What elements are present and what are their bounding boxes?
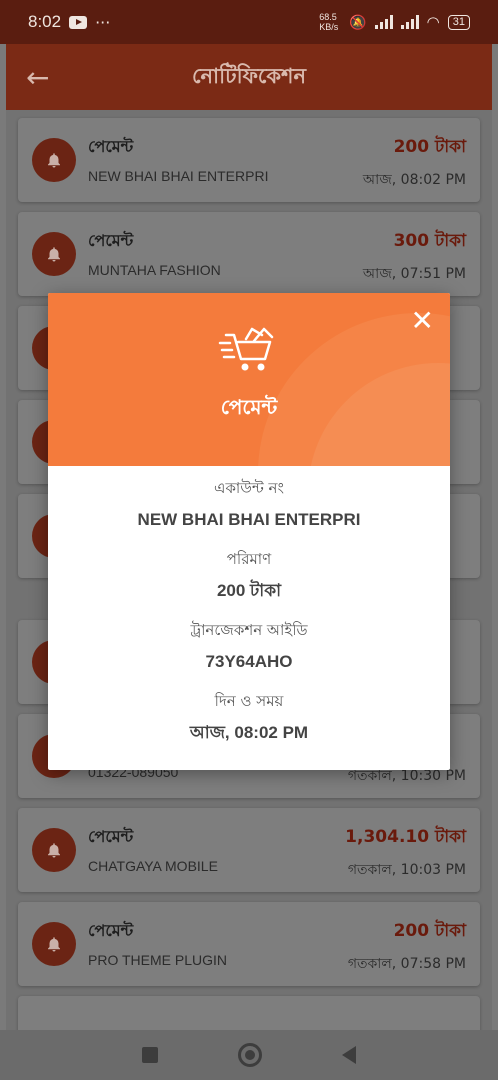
notification-merchant: MUNTAHA FASHION bbox=[88, 262, 221, 278]
mute-icon: 🔕 bbox=[349, 13, 367, 30]
amount-label: পরিমাণ bbox=[226, 550, 272, 568]
wifi-icon: ◠ bbox=[426, 14, 440, 31]
notification-amount: 200 টাকা bbox=[393, 921, 466, 941]
status-bar: 8:02 ··· 68.5 KB/s 🔕 ◠ 31 bbox=[0, 0, 498, 44]
dialog-body: একাউন্ট নং NEW BHAI BHAI ENTERPRI পরিমাণ… bbox=[48, 466, 450, 760]
account-label: একাউন্ট নং bbox=[214, 479, 284, 497]
dialog-title: পেমেন্ট bbox=[220, 395, 278, 419]
home-icon[interactable] bbox=[238, 1043, 262, 1067]
notification-type: পেমেন্ট bbox=[88, 921, 134, 940]
dialog-header: ✕ পেমেন্ট bbox=[48, 293, 450, 466]
notification-card[interactable] bbox=[18, 996, 480, 1030]
status-time: 8:02 bbox=[28, 12, 62, 31]
datetime-value: আজ, 08:02 PM bbox=[189, 723, 309, 742]
notification-merchant: PRO THEME PLUGIN bbox=[88, 952, 227, 968]
transaction-id-label: ট্রানজেকশন আইডি bbox=[190, 621, 308, 639]
arrow-left-icon[interactable]: ← bbox=[26, 61, 56, 94]
transaction-id-value: 73Y64AHO bbox=[205, 652, 293, 671]
notification-card[interactable]: পেমেন্ট PRO THEME PLUGIN 200 টাকা গতকাল,… bbox=[18, 902, 480, 986]
notification-card[interactable]: পেমেন্ট MUNTAHA FASHION 300 টাকা আজ, 07:… bbox=[18, 212, 480, 296]
app-bar: ← নোটিফিকেশন bbox=[6, 44, 492, 110]
notification-card[interactable]: পেমেন্ট NEW BHAI BHAI ENTERPRI 200 টাকা … bbox=[18, 118, 480, 202]
notification-amount: 1,304.10 টাকা bbox=[345, 827, 466, 847]
datetime-label: দিন ও সময় bbox=[214, 692, 284, 710]
notification-amount: 300 টাকা bbox=[393, 231, 466, 251]
notification-type: পেমেন্ট bbox=[88, 137, 134, 156]
signal-icon bbox=[374, 15, 393, 29]
notification-merchant: CHATGAYA MOBILE bbox=[88, 858, 218, 874]
bell-icon bbox=[32, 232, 76, 276]
notification-time: আজ, 07:51 PM bbox=[362, 266, 466, 282]
payment-detail-dialog: ✕ পেমেন্ট একাউন্ট নং NEW BHAI BHAI ENTER… bbox=[48, 293, 450, 770]
bell-icon bbox=[32, 922, 76, 966]
battery-icon: 31 bbox=[447, 14, 470, 30]
system-nav-bar bbox=[0, 1030, 498, 1080]
network-speed: 68.5 KB/s bbox=[319, 12, 339, 32]
notification-merchant: NEW BHAI BHAI ENTERPRI bbox=[88, 168, 269, 184]
youtube-icon bbox=[69, 15, 88, 29]
account-value: NEW BHAI BHAI ENTERPRI bbox=[137, 510, 361, 529]
notification-time: গতকাল, 07:58 PM bbox=[347, 956, 466, 972]
notification-time: গতকাল, 10:03 PM bbox=[347, 862, 466, 878]
bell-icon bbox=[32, 828, 76, 872]
notification-type: পেমেন্ট bbox=[88, 827, 134, 846]
close-icon[interactable]: ✕ bbox=[411, 307, 434, 335]
amount-value: 200 টাকা bbox=[216, 581, 282, 600]
bell-icon bbox=[32, 138, 76, 182]
signal-icon-2 bbox=[400, 15, 419, 29]
notification-time: আজ, 08:02 PM bbox=[362, 172, 466, 188]
recents-icon[interactable] bbox=[142, 1047, 158, 1063]
notification-amount: 200 টাকা bbox=[393, 137, 466, 157]
back-nav-icon[interactable] bbox=[342, 1046, 356, 1064]
notification-card[interactable]: পেমেন্ট CHATGAYA MOBILE 1,304.10 টাকা গত… bbox=[18, 808, 480, 892]
more-notifications-icon: ··· bbox=[95, 12, 111, 32]
shopping-cart-icon bbox=[218, 327, 274, 371]
notification-type: পেমেন্ট bbox=[88, 231, 134, 250]
page-title: নোটিফিকেশন bbox=[191, 63, 307, 88]
